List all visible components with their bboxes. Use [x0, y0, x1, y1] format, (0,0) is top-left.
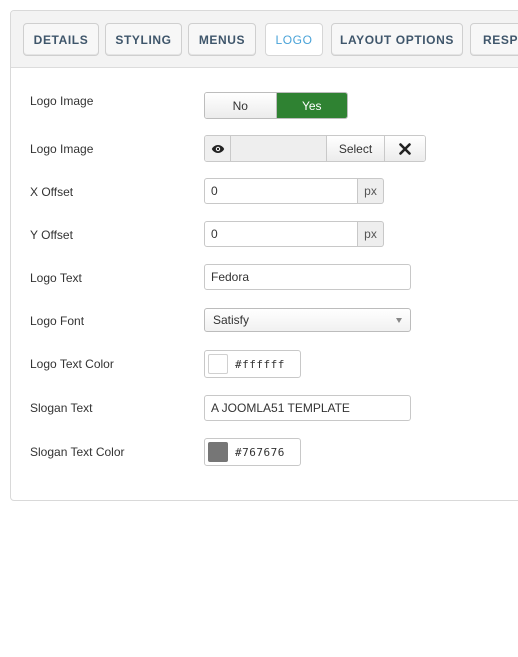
slogan-text-color-picker[interactable]: #767676	[204, 438, 301, 466]
logo-text-color-value: #ffffff	[235, 357, 285, 371]
logo-text-label: Logo Text	[30, 271, 82, 285]
x-offset-input[interactable]: 0	[204, 178, 358, 204]
tab-responsive[interactable]: RESPO	[470, 23, 518, 56]
tab-menus[interactable]: MENUS	[188, 23, 256, 56]
color-swatch[interactable]	[208, 354, 228, 374]
x-offset-group: 0 px	[204, 178, 384, 204]
logo-text-input[interactable]: Fedora	[204, 264, 411, 290]
y-offset-unit: px	[358, 221, 384, 247]
x-offset-label: X Offset	[30, 185, 74, 199]
toggle-no-option[interactable]: No	[205, 93, 277, 118]
logo-image-media-field: Select	[204, 135, 426, 162]
template-settings-panel: DETAILS STYLING MENUS LOGO LAYOUT OPTION…	[10, 10, 518, 501]
toggle-yes-option[interactable]: Yes	[276, 93, 347, 118]
logo-font-select[interactable]: Satisfy	[204, 308, 411, 332]
logo-image-toggle-label: Logo Image	[30, 94, 94, 108]
slogan-text-color-value: #767676	[235, 445, 285, 459]
x-offset-unit: px	[358, 178, 384, 204]
tab-bar: DETAILS STYLING MENUS LOGO LAYOUT OPTION…	[11, 11, 518, 68]
tab-layout-options[interactable]: LAYOUT OPTIONS	[331, 23, 463, 56]
logo-text-color-label: Logo Text Color	[30, 357, 114, 371]
slogan-text-input[interactable]: A JOOMLA51 TEMPLATE	[204, 395, 411, 421]
select-button[interactable]: Select	[327, 136, 385, 161]
media-path-input[interactable]	[231, 136, 327, 161]
slogan-text-label: Slogan Text	[30, 401, 93, 415]
close-icon[interactable]	[385, 136, 425, 161]
logo-image-media-label: Logo Image	[30, 142, 94, 156]
tab-styling[interactable]: STYLING	[105, 23, 182, 56]
logo-image-toggle[interactable]: No Yes	[204, 92, 348, 119]
tab-logo[interactable]: LOGO	[265, 23, 323, 56]
y-offset-group: 0 px	[204, 221, 384, 247]
y-offset-label: Y Offset	[30, 228, 73, 242]
chevron-down-icon	[396, 318, 402, 323]
tab-details[interactable]: DETAILS	[23, 23, 99, 56]
color-swatch[interactable]	[208, 442, 228, 462]
logo-font-value: Satisfy	[213, 313, 250, 327]
slogan-text-color-label: Slogan Text Color	[30, 445, 125, 459]
logo-text-color-picker[interactable]: #ffffff	[204, 350, 301, 378]
y-offset-input[interactable]: 0	[204, 221, 358, 247]
eye-icon[interactable]	[205, 136, 231, 161]
logo-font-label: Logo Font	[30, 314, 85, 328]
